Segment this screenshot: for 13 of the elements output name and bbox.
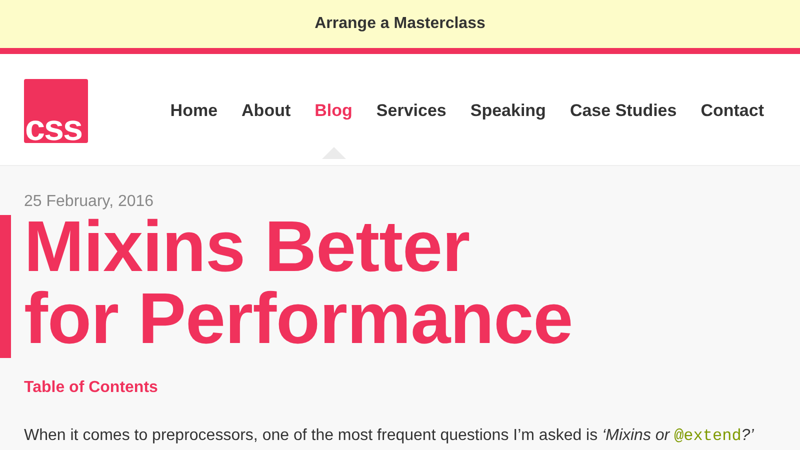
masterclass-link[interactable]: Arrange a Masterclass (314, 15, 486, 33)
nav-link[interactable]: Contact (700, 100, 764, 120)
nav-link[interactable]: Case Studies (570, 100, 677, 120)
nav-link[interactable]: Blog (314, 100, 352, 120)
toc-link[interactable]: Table of Contents (24, 379, 158, 397)
intro-paragraph: When it comes to preprocessors, one of the most frequent questions I’m asked is ‘Mixins or @extend?’ (24, 427, 755, 445)
nav-link[interactable]: Home (170, 100, 218, 120)
nav-link[interactable]: Services (376, 100, 446, 120)
site-logo[interactable]: css (24, 78, 88, 142)
post-title: Mixins Better for Performance (24, 211, 574, 355)
nav-link[interactable]: About (242, 100, 291, 120)
nav-link[interactable]: Speaking (470, 100, 546, 120)
post-date: 25 February, 2016 (24, 193, 155, 211)
